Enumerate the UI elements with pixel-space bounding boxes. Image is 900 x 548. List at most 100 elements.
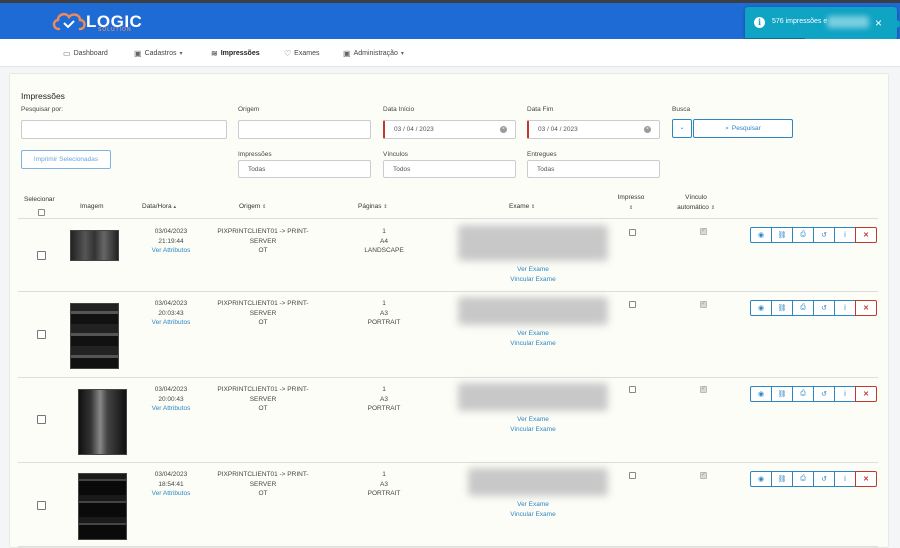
row-checkbox[interactable] <box>37 330 46 339</box>
page-size: A3 <box>380 395 388 403</box>
print-button[interactable]: ⎙ <box>792 227 814 243</box>
info-icon: ⅰ <box>844 391 846 398</box>
col-impresso[interactable]: Impresso ⇕ <box>615 193 647 213</box>
link-exam-link[interactable]: Vincular Exame <box>488 275 578 285</box>
link-exam-link[interactable]: Vincular Exame <box>488 425 578 435</box>
col-exame[interactable]: Exame ⇕ <box>509 203 535 210</box>
vinculos-select[interactable]: Todos <box>383 160 516 178</box>
col-vinculo[interactable]: Vínculo automático ⇕ <box>672 193 720 213</box>
exam-info-redacted <box>458 383 608 411</box>
col-label: Vínculo <box>685 194 707 201</box>
info-button[interactable]: ⅰ <box>834 386 856 402</box>
clear-icon[interactable]: × <box>500 126 507 133</box>
start-date-input[interactable]: 03 / 04 / 2023 × <box>383 120 516 139</box>
view-attributes-link[interactable]: Ver Attributos <box>136 404 206 414</box>
search-by-input[interactable] <box>21 120 227 139</box>
nav-exames[interactable]: ♡ Exames <box>284 49 319 58</box>
delete-button[interactable]: ✕ <box>855 300 877 316</box>
view-exam-link[interactable]: Ver Exame <box>488 265 578 275</box>
table-row: 03/04/2023 18:54:41 Ver Attributos PIXPR… <box>18 463 878 547</box>
row-checkbox[interactable] <box>37 251 46 260</box>
nav-administracao[interactable]: ▣ Administração ▾ <box>343 49 404 58</box>
history-button[interactable]: ↺ <box>813 227 835 243</box>
origin-line: OT <box>258 319 268 326</box>
info-button[interactable]: ⅰ <box>834 471 856 487</box>
row-checkbox[interactable] <box>37 501 46 510</box>
print-thumbnail[interactable] <box>78 389 127 455</box>
end-date-input[interactable]: 03 / 04 / 2023 × <box>527 120 660 139</box>
entregues-select[interactable]: Todas <box>527 160 660 178</box>
row-origin: PIXPRINTCLIENT01 -> PRINT- SERVER OT <box>208 385 318 414</box>
printer-icon: ⎙ <box>800 475 806 482</box>
search-icon: ⌕ <box>725 124 729 132</box>
print-selected-button[interactable]: Imprimir Selecionadas <box>21 150 111 169</box>
delete-button[interactable]: ✕ <box>855 386 877 402</box>
cloud-logo-icon <box>52 12 86 31</box>
nav-cadastros[interactable]: ▣ Cadastros ▾ <box>134 49 182 58</box>
page-title: Impressões <box>21 91 65 101</box>
printed-checkbox[interactable] <box>629 229 636 236</box>
link-button[interactable]: ⛓ <box>771 227 793 243</box>
col-origem[interactable]: Origem ⇕ <box>239 203 266 210</box>
delete-button[interactable]: ✕ <box>855 471 877 487</box>
close-icon[interactable]: × <box>875 16 882 30</box>
origin-input[interactable] <box>238 120 371 139</box>
print-thumbnail[interactable] <box>70 230 119 261</box>
search-button[interactable]: ⌕ Pesquisar <box>693 119 793 138</box>
view-attributes-link[interactable]: Ver Attributos <box>136 246 206 256</box>
view-exam-link[interactable]: Ver Exame <box>488 415 578 425</box>
row-date: 03/04/2023 <box>154 300 188 307</box>
main-nav: ▭ Dashboard ▣ Cadastros ▾ ≋ Impressões ♡… <box>0 39 900 67</box>
view-button[interactable]: ◉ <box>750 386 772 402</box>
link-button[interactable]: ⛓ <box>771 300 793 316</box>
row-datetime: 03/04/2023 21:19:44 Ver Attributos <box>136 227 206 256</box>
print-thumbnail[interactable] <box>70 303 119 369</box>
history-button[interactable]: ↺ <box>813 300 835 316</box>
select-all-checkbox[interactable] <box>38 209 45 216</box>
page-count: 1 <box>382 300 386 307</box>
view-exam-link[interactable]: Ver Exame <box>488 329 578 339</box>
history-icon: ↺ <box>821 391 827 398</box>
notification-toast[interactable]: i 576 impressões e × <box>745 7 900 40</box>
col-data-hora[interactable]: Data/Hora ▴ <box>142 203 176 210</box>
row-origin: PIXPRINTCLIENT01 -> PRINT- SERVER OT <box>208 227 318 256</box>
col-label: automático <box>677 204 709 211</box>
col-paginas[interactable]: Páginas ⇕ <box>358 203 388 210</box>
link-button[interactable]: ⛓ <box>771 386 793 402</box>
view-button[interactable]: ◉ <box>750 300 772 316</box>
info-button[interactable]: ⅰ <box>834 300 856 316</box>
printed-checkbox[interactable] <box>629 386 636 393</box>
printed-checkbox[interactable] <box>629 301 636 308</box>
printed-checkbox[interactable] <box>629 472 636 479</box>
view-attributes-link[interactable]: Ver Attributos <box>136 489 206 499</box>
col-selecionar: Selecionar <box>24 196 55 203</box>
print-button[interactable]: ⎙ <box>792 471 814 487</box>
page-orientation: PORTRAIT <box>367 319 401 326</box>
info-button[interactable]: ⅰ <box>834 227 856 243</box>
clear-icon[interactable]: × <box>644 126 651 133</box>
print-button[interactable]: ⎙ <box>792 300 814 316</box>
row-origin: PIXPRINTCLIENT01 -> PRINT- SERVER OT <box>208 470 318 499</box>
col-imagem: Imagem <box>80 203 104 210</box>
link-button[interactable]: ⛓ <box>771 471 793 487</box>
row-checkbox[interactable] <box>37 415 46 424</box>
print-thumbnail[interactable] <box>78 473 127 540</box>
link-exam-link[interactable]: Vincular Exame <box>488 339 578 349</box>
sort-icon: ⇕ <box>531 204 536 210</box>
view-button[interactable]: ◉ <box>750 471 772 487</box>
view-attributes-link[interactable]: Ver Attributos <box>136 318 206 328</box>
row-actions: ◉ ⛓ ⎙ ↺ ⅰ ✕ <box>750 300 877 316</box>
history-button[interactable]: ↺ <box>813 386 835 402</box>
history-button[interactable]: ↺ <box>813 471 835 487</box>
print-button[interactable]: ⎙ <box>792 386 814 402</box>
row-time: 21:19:44 <box>158 237 184 245</box>
search-options-dropdown[interactable]: ⌄ <box>672 119 692 138</box>
nav-dashboard[interactable]: ▭ Dashboard <box>63 49 108 58</box>
origin-line: SERVER <box>249 309 277 317</box>
link-exam-link[interactable]: Vincular Exame <box>488 510 578 520</box>
impressoes-select[interactable]: Todas <box>238 160 371 178</box>
view-exam-link[interactable]: Ver Exame <box>488 500 578 510</box>
nav-impressoes[interactable]: ≋ Impressões <box>211 49 260 58</box>
delete-button[interactable]: ✕ <box>855 227 877 243</box>
view-button[interactable]: ◉ <box>750 227 772 243</box>
